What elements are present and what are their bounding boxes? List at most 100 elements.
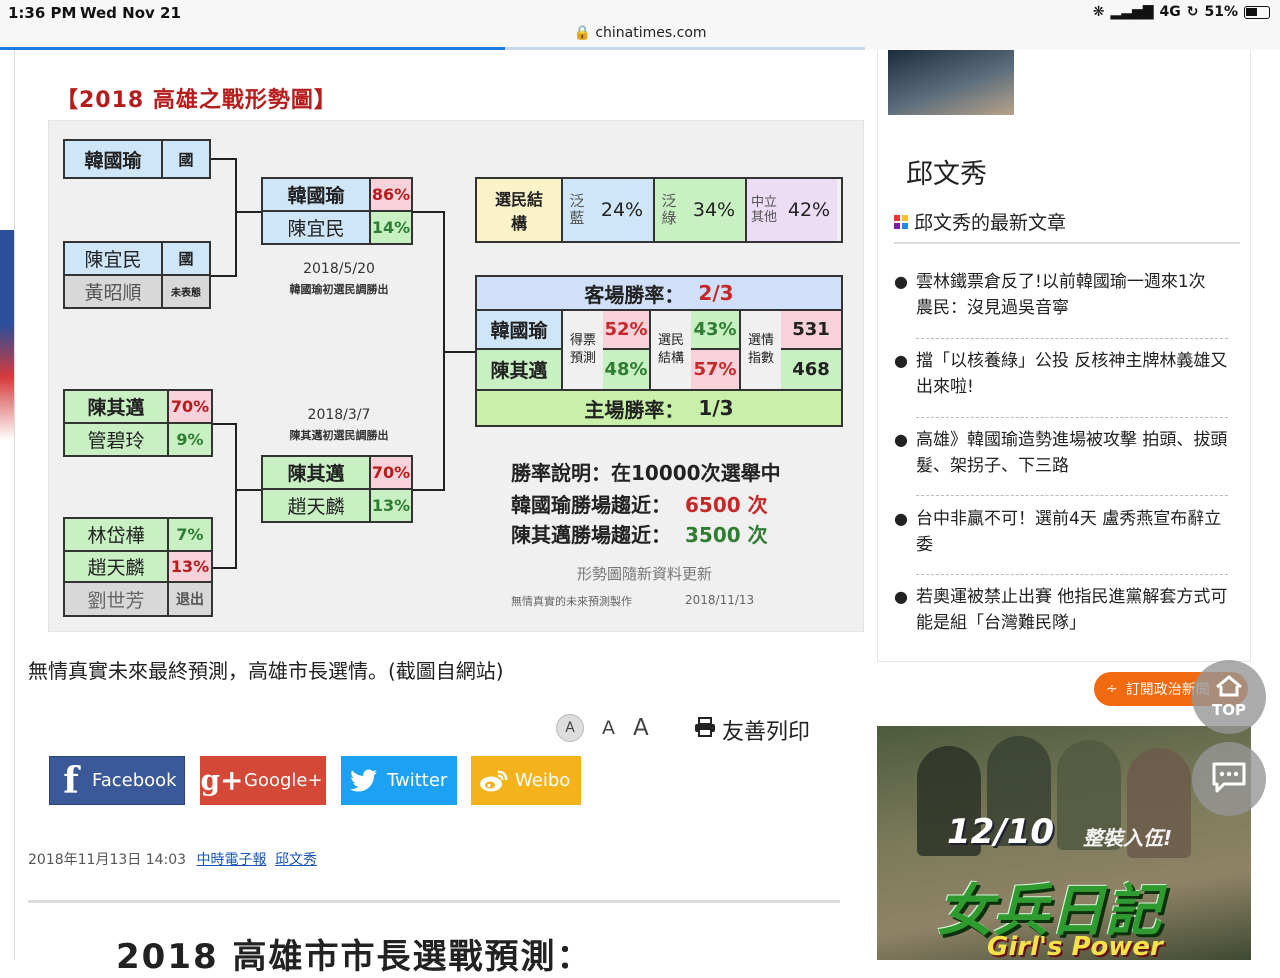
source-link[interactable]: 中時電子報 (197, 852, 267, 868)
url-text: chinatimes.com (595, 25, 707, 41)
kmt-r3-tag: 未表態 (163, 276, 209, 307)
dpp-note-text: 陳其邁初選民調勝出 (289, 429, 389, 442)
dpp-r2-name: 管碧玲 (65, 424, 169, 455)
dpp-r2-pct: 9% (169, 424, 211, 455)
structure-neutral-pct: 42% (781, 179, 837, 241)
dpp-r3-name: 林岱樺 (65, 519, 169, 550)
share-facebook-label: Facebook (92, 770, 177, 791)
share-weibo-button[interactable]: Weibo (471, 756, 581, 805)
content-divider (14, 50, 15, 960)
address-bar[interactable]: 🔒 chinatimes.com (0, 25, 1280, 41)
status-bar: 1:36 PM Wed Nov 21 🔒 chinatimes.com ❋ ▂▃… (0, 0, 1280, 50)
sidebar-article-1[interactable]: ● 雲林鐵票倉反了!以前韓國瑜一週來1次 農民：沒見過吳音寧 (894, 269, 1228, 321)
latest-divider (894, 242, 1240, 244)
ad-subtitle: Girl's Power (987, 932, 1163, 960)
grid-icon (894, 214, 908, 229)
update-note: 形勢圖隨新資料更新 (577, 565, 713, 583)
home-icon (1214, 675, 1244, 701)
kmt-r3-name: 黃昭順 (65, 276, 163, 307)
vote-label: 得票預測 (563, 311, 603, 389)
share-weibo-label: Weibo (515, 770, 571, 791)
chat-button[interactable] (1192, 742, 1266, 816)
structure-green-pct: 34% (683, 179, 747, 241)
sidebar-article-title: 雲林鐵票倉反了!以前韓國瑜一週來1次 農民：沒見過吳音寧 (916, 272, 1206, 318)
font-size-large-button[interactable]: A (633, 715, 649, 741)
font-size-medium-button[interactable]: A (602, 717, 615, 739)
share-twitter-button[interactable]: Twitter (341, 756, 457, 805)
dpp-final-b-name: 趙天麟 (263, 490, 371, 521)
structure-label: 選民結構 (477, 179, 563, 241)
article-divider (916, 338, 1228, 339)
struct-b: 57% (691, 350, 739, 389)
home-rate-value: 1/3 (698, 396, 734, 420)
ad-tagline: 整裝入伍! (1083, 826, 1173, 850)
google-plus-icon: g+ (200, 764, 244, 797)
index-label: 選情指數 (741, 311, 781, 389)
kmt-r2-tag: 國 (163, 243, 209, 274)
author-photo (888, 50, 1014, 115)
share-google-label: Google+ (244, 770, 323, 791)
figure-title: 【2018 高雄之戰形勢圖】 (56, 88, 337, 113)
share-facebook-button[interactable]: f Facebook (49, 756, 185, 805)
article-divider (916, 495, 1228, 496)
dpp-final-a-pct: 70% (371, 457, 411, 488)
latest-articles-heading: 邱文秀的最新文章 (894, 208, 1066, 235)
sidebar-article-3[interactable]: ● 高雄》韓國瑜造勢進場被攻擊 拍頭、拔頭髮、架拐子、下三路 (894, 427, 1228, 479)
article-divider (916, 574, 1228, 575)
back-to-top-button[interactable]: TOP (1192, 660, 1266, 734)
sidebar-article-4[interactable]: ● 台中非贏不可！選前4天 盧秀燕宣布辭立委 (894, 506, 1228, 558)
kmt-final-a-name: 韓國瑜 (263, 179, 371, 210)
explain-line2: 韓國瑜勝場趨近： 6500 次 (511, 489, 768, 518)
matchup-cand-a: 韓國瑜 (477, 311, 561, 350)
vote-b: 48% (603, 350, 649, 389)
bullet-icon: ● (894, 351, 908, 370)
status-time: 1:36 PM (8, 4, 77, 22)
sidebar-article-title: 高雄》韓國瑜造勢進場被攻擊 拍頭、拔頭髮、架拐子、下三路 (916, 430, 1228, 476)
article-datetime: 2018年11月13日 14:03 (28, 852, 187, 868)
weibo-icon (471, 756, 515, 805)
latest-articles-label: 邱文秀的最新文章 (914, 212, 1067, 234)
battery-icon (1244, 5, 1270, 19)
away-rate-row: 客場勝率： 2/3 (477, 277, 841, 311)
struct-label: 選民結構 (651, 311, 691, 389)
explain-line1: 勝率說明：在10000次選舉中 (511, 461, 781, 485)
kmt-note-date: 2018/5/20 (303, 261, 375, 277)
sidebar-article-2[interactable]: ● 擋「以核養綠」公投 反核神主牌林義雄又出來啦! (894, 348, 1228, 400)
dpp-r4-pct: 13% (169, 552, 211, 581)
figure-caption: 無情真實未來最終預測，高雄市長選情。(截圖自網站) (28, 659, 504, 683)
voter-structure-box: 選民結構 泛藍 24% 泛綠 34% 中立其他 42% (475, 177, 843, 243)
structure-neutral-label: 中立其他 (747, 179, 781, 241)
left-edge-banner (0, 230, 14, 440)
dpp-r5-name: 劉世芳 (65, 583, 169, 615)
structure-blue-label: 泛藍 (563, 179, 591, 241)
article-second-image: 2018 高雄市市長選戰預測： (28, 900, 840, 977)
matchup-cand-b: 陳其邁 (477, 350, 561, 389)
dpp-final-a-name: 陳其邁 (263, 457, 371, 488)
font-size-small-button[interactable]: A (556, 714, 584, 742)
bullet-icon: ● (894, 272, 908, 291)
kmt-r2-group: 陳宜民 國 黃昭順 未表態 (63, 241, 211, 309)
author-link[interactable]: 邱文秀 (275, 852, 317, 868)
share-google-button[interactable]: g+ Google+ (200, 756, 326, 805)
explain-line2-label: 韓國瑜勝場趨近： (511, 493, 671, 517)
dpp-bottom-group: 林岱樺 7% 趙天麟 13% 劉世芳 退出 (63, 517, 213, 617)
activity-icon: ❋ (1092, 4, 1105, 20)
printer-icon (694, 717, 716, 743)
second-image-heading: 2018 高雄市市長選戰預測： (116, 937, 593, 977)
kmt-final-b-name: 陳宜民 (263, 212, 371, 243)
sidebar-author-name[interactable]: 邱文秀 (906, 152, 987, 191)
away-rate-value: 2/3 (698, 281, 734, 305)
home-rate-row: 主場勝率： 1/3 (477, 391, 841, 425)
dpp-r3-pct: 7% (169, 519, 211, 550)
sidebar-article-5[interactable]: ● 若奧運被禁止出賽 他指民進黨解套方式可能是組「台灣難民隊」 (894, 584, 1228, 636)
away-rate-label: 客場勝率： (584, 282, 685, 307)
kmt-r1-tag: 國 (163, 141, 209, 177)
print-button[interactable]: 友善列印 (694, 714, 810, 746)
dpp-r5-tag: 退出 (169, 583, 211, 615)
network-label: 4G (1159, 4, 1181, 20)
index-b: 468 (781, 350, 841, 389)
dpp-final-b-pct: 13% (371, 490, 411, 521)
bullet-icon: ● (894, 509, 908, 528)
sidebar-article-title: 若奧運被禁止出賽 他指民進黨解套方式可能是組「台灣難民隊」 (916, 587, 1228, 633)
movie-ad-banner[interactable]: 12/10 整裝入伍! 女兵日記 Girl's Power (877, 726, 1251, 960)
